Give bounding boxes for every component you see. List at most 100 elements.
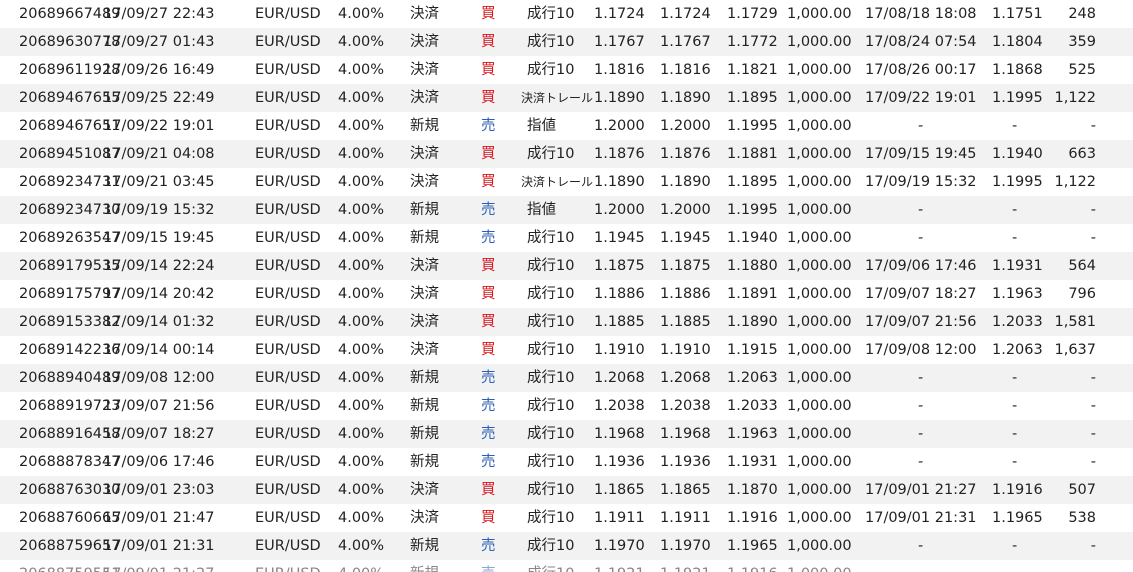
quantity-cell: 1,000.00 [787,258,852,274]
settled-position-price-cell: 1.1868 [992,62,1043,78]
executed-time-cell: 17/09/27 22:43 [103,6,215,22]
rate-cell: 4.00% [338,62,385,78]
settled-position-price-cell: - [1012,230,1018,246]
price-cell: 1.1910 [594,342,645,358]
price-cell: 1.1890 [594,90,645,106]
currency-pair-cell: EUR/USD [255,538,321,554]
currency-pair-cell: EUR/USD [255,482,321,498]
table-row[interactable]: 20688940489 17/09/08 12:00 EUR/USD 4.00% 新規売… [0,364,1133,392]
table-row[interactable]: 20689234731 17/09/21 03:45 EUR/USD 4.00% 決済買… [0,168,1133,196]
trade-kind-cell: 決済 [410,286,439,302]
quote-price-cell: 1.1931 [727,454,778,470]
table-row[interactable]: 20689153382 17/09/14 01:32 EUR/USD 4.00% 決済買… [0,308,1133,336]
currency-pair-cell: EUR/USD [255,314,321,330]
quote-price-cell: 1.2063 [727,370,778,386]
currency-pair-cell: EUR/USD [255,286,321,302]
profit-loss-cell: 564 [1068,258,1096,274]
table-row[interactable]: 20689175797 17/09/14 20:42 EUR/USD 4.00% 決済買… [0,280,1133,308]
profit-loss-cell: 1,122 [1054,174,1096,190]
trade-kind-cell: 新規 [410,230,439,246]
price-cell: 1.1890 [594,174,645,190]
currency-pair-cell: EUR/USD [255,90,321,106]
quote-price-cell: 1.1963 [727,426,778,442]
order-type-cell: 成行10 [527,370,575,386]
price-cell: 1.1865 [594,482,645,498]
order-type-cell: 成行10 [527,62,575,78]
settled-position-price-cell: 1.2033 [992,314,1043,330]
table-row[interactable]: 20689142236 17/09/14 00:14 EUR/USD 4.00% 決済買… [0,336,1133,364]
settled-position-time-cell: 17/09/07 21:56 [865,314,977,330]
profit-loss-cell: - [1090,230,1096,246]
table-row[interactable]: 20688919723 17/09/07 21:56 EUR/USD 4.00% 新規売… [0,392,1133,420]
quantity-cell: 1,000.00 [787,398,852,414]
trade-kind-cell: 新規 [410,398,439,414]
settled-position-time-cell: 17/09/08 12:00 [865,342,977,358]
executed-time-cell: 17/09/07 18:27 [103,426,215,442]
order-type-cell: 成行10 [527,34,575,50]
profit-loss-cell: 507 [1068,482,1096,498]
rate-cell: 4.00% [338,454,385,470]
settled-position-time-cell: - [918,426,924,442]
quote-price-cell: 1.1916 [727,560,778,572]
settled-position-time-cell: - [918,202,924,218]
executed-price-cell: 1.1767 [660,34,711,50]
side-cell: 買 [481,174,496,190]
profit-loss-cell: - [1090,454,1096,470]
order-type-cell: 成行10 [527,230,575,246]
executed-price-cell: 1.2038 [660,398,711,414]
table-row[interactable]: 20689179535 17/09/14 22:24 EUR/USD 4.00% 決済買… [0,252,1133,280]
table-row[interactable]: 20688759657 17/09/01 21:31 EUR/USD 4.00% 新規売… [0,532,1133,560]
settled-position-time-cell: - [918,398,924,414]
settled-position-time-cell: - [918,538,924,554]
quantity-cell: 1,000.00 [787,202,852,218]
table-row[interactable]: 20689451087 17/09/21 04:08 EUR/USD 4.00% 決済買… [0,140,1133,168]
executed-price-cell: 1.2000 [660,118,711,134]
trade-kind-cell: 決済 [410,6,439,22]
quantity-cell: 1,000.00 [787,426,852,442]
table-row[interactable]: 20689630778 17/09/27 01:43 EUR/USD 4.00% 決済買… [0,28,1133,56]
table-row[interactable]: 20689467655 17/09/25 22:49 EUR/USD 4.00% 決済買… [0,84,1133,112]
executed-time-cell: 17/09/21 04:08 [103,146,215,162]
table-row[interactable]: 20689234730 17/09/19 15:32 EUR/USD 4.00% 新規売… [0,196,1133,224]
settled-position-time-cell: - [918,118,924,134]
executed-price-cell: 1.1886 [660,286,711,302]
table-row[interactable]: 20688763030 17/09/01 23:03 EUR/USD 4.00% 決済買… [0,476,1133,504]
table-row[interactable]: 20689263547 17/09/15 19:45 EUR/USD 4.00% 新規売… [0,224,1133,252]
table-row[interactable]: 2068875955117/09/01 21:27EUR/USD4.00%新規売… [0,560,1133,572]
table-row[interactable]: 20689611928 17/09/26 16:49 EUR/USD 4.00% 決済買… [0,56,1133,84]
quantity-cell: 1,000.00 [787,482,852,498]
quantity-cell: 1,000.00 [787,230,852,246]
order-type-cell: 成行10 [527,342,575,358]
quote-price-cell: 1.1772 [727,34,778,50]
trade-kind-cell: 新規 [410,426,439,442]
settled-position-time-cell: 17/09/01 21:27 [865,482,977,498]
table-row[interactable]: 20688878347 17/09/06 17:46 EUR/USD 4.00% 新規売… [0,448,1133,476]
quote-price-cell: 1.1821 [727,62,778,78]
trade-kind-cell: 新規 [410,560,439,572]
rate-cell: 4.00% [338,6,385,22]
executed-price-cell: 1.1936 [660,454,711,470]
side-cell: 売 [481,370,496,386]
executed-time-cell: 17/09/08 12:00 [103,370,215,386]
side-cell: 買 [481,482,496,498]
currency-pair-cell: EUR/USD [255,426,321,442]
price-cell: 1.1970 [594,538,645,554]
quantity-cell: 1,000.00 [787,146,852,162]
side-cell: 買 [481,342,496,358]
price-cell: 1.1886 [594,286,645,302]
executed-price-cell: 1.1885 [660,314,711,330]
quote-price-cell: 1.1915 [727,342,778,358]
currency-pair-cell: EUR/USD [255,118,321,134]
table-row[interactable]: 20689467651 17/09/22 19:01 EUR/USD 4.00% 新規売… [0,112,1133,140]
table-row[interactable]: 20688760665 17/09/01 21:47 EUR/USD 4.00% 決済買… [0,504,1133,532]
order-type-cell: 成行10 [527,398,575,414]
price-cell: 1.1724 [594,6,645,22]
settled-position-price-cell: 1.1940 [992,146,1043,162]
table-row[interactable]: 20689667489 17/09/27 22:43 EUR/USD 4.00% 決済買… [0,0,1133,28]
table-row[interactable]: 20688916458 17/09/07 18:27 EUR/USD 4.00% 新規売… [0,420,1133,448]
executed-time-cell: 17/09/27 01:43 [103,34,215,50]
quote-price-cell: 1.1965 [727,538,778,554]
price-cell: 1.2068 [594,370,645,386]
settled-position-time-cell: 17/09/22 19:01 [865,90,977,106]
quote-price-cell: 1.1891 [727,286,778,302]
